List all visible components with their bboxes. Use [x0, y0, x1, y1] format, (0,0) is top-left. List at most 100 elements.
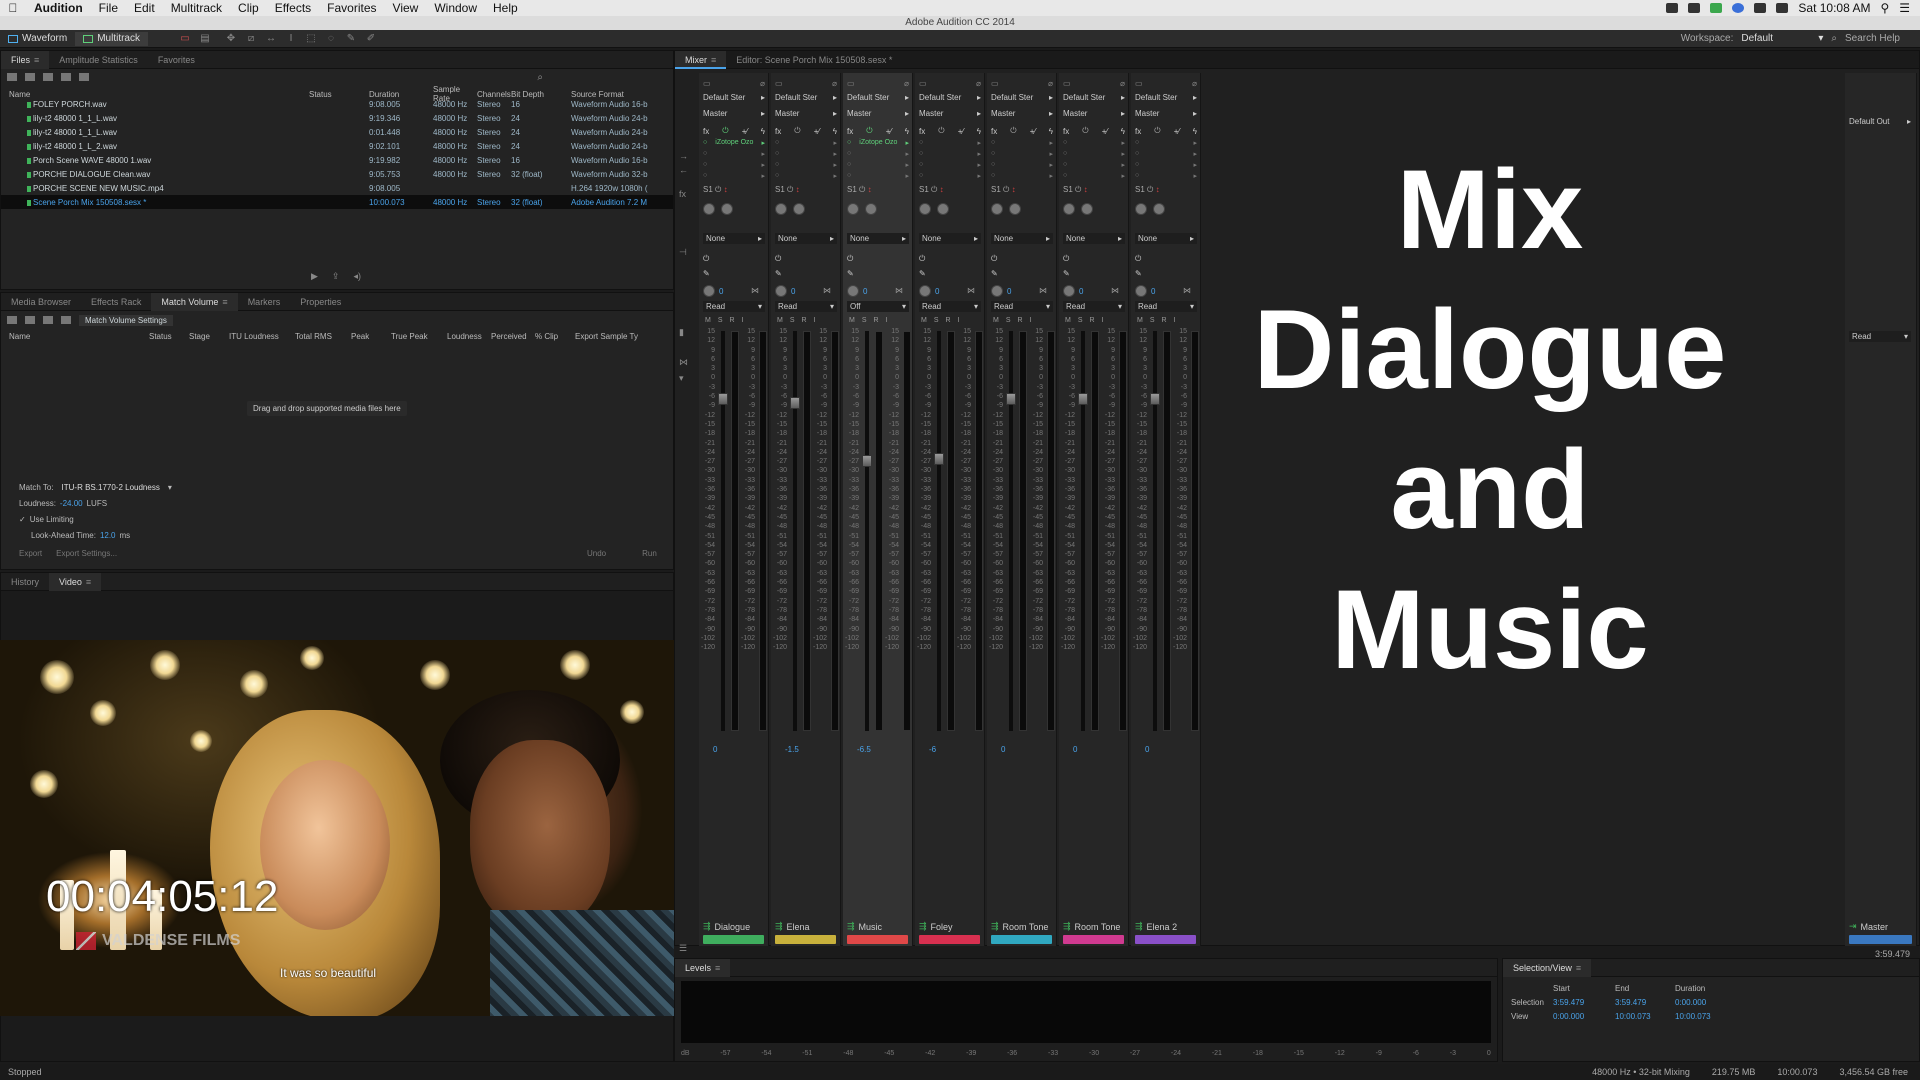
- eq-edit-icon[interactable]: ✎: [775, 269, 782, 278]
- eq-edit-icon[interactable]: ✎: [1135, 269, 1142, 278]
- slot-power-icon[interactable]: ○: [919, 161, 923, 172]
- pan-knob[interactable]: [775, 285, 787, 297]
- track-label[interactable]: ⇶ Elena 2: [1135, 921, 1177, 932]
- record-button[interactable]: R: [946, 317, 951, 324]
- fx-slot[interactable]: ○ ▸: [919, 139, 981, 150]
- fx-power-icon[interactable]: fx: [919, 127, 925, 136]
- pre-fader-icon[interactable]: +⁄: [742, 127, 748, 136]
- fx-slot[interactable]: ○ ▸: [1135, 172, 1197, 183]
- pan-knob[interactable]: [1135, 285, 1147, 297]
- eq-section-icon[interactable]: ▮: [679, 327, 684, 338]
- fx-power-icon[interactable]: fx: [847, 127, 853, 136]
- pitch-display-icon[interactable]: ▤: [198, 33, 212, 45]
- pan-knob[interactable]: [991, 285, 1003, 297]
- solo-button[interactable]: S: [862, 317, 867, 324]
- monitor-button[interactable]: I: [958, 317, 960, 324]
- analyze-icon[interactable]: [61, 316, 71, 324]
- monitor-button[interactable]: I: [1102, 317, 1104, 324]
- lightning-icon[interactable]: ϟ: [977, 127, 981, 136]
- mute-button[interactable]: M: [921, 317, 927, 324]
- tab-effects-rack[interactable]: Effects Rack: [81, 293, 151, 311]
- search-icon[interactable]: ⌕: [1831, 33, 1837, 44]
- send-volume-knob[interactable]: [703, 203, 715, 215]
- track-label[interactable]: ⇶ Room Tone: [1063, 921, 1120, 932]
- razor-tool-icon[interactable]: ⧄: [244, 33, 258, 45]
- volume-fader[interactable]: [862, 455, 872, 467]
- file-row[interactable]: Scene Porch Mix 150508.sesx * 10:00.073 48…: [1, 195, 673, 209]
- output-select[interactable]: Master ▸: [919, 107, 981, 119]
- output-select[interactable]: Master ▸: [1063, 107, 1125, 119]
- app-tray-icon[interactable]: [1710, 3, 1723, 13]
- multitrack-mode-button[interactable]: Multitrack: [75, 31, 148, 46]
- fx-slot[interactable]: ○ ▸: [1135, 139, 1197, 150]
- fx-slot[interactable]: ○ ▸: [775, 161, 837, 172]
- monitor-button[interactable]: I: [1174, 317, 1176, 324]
- fx-slot[interactable]: ○ ▸: [703, 150, 765, 161]
- automation-mode-select[interactable]: Read ▾: [1063, 301, 1125, 312]
- volume-value[interactable]: 0: [1073, 745, 1077, 754]
- volume-icon[interactable]: [1754, 3, 1767, 13]
- send-volume-knob[interactable]: [1135, 203, 1147, 215]
- output-select[interactable]: Master ▸: [847, 107, 909, 119]
- send-volume-knob[interactable]: [1063, 203, 1075, 215]
- globe-icon[interactable]: [1732, 3, 1745, 13]
- pan-knob[interactable]: [919, 285, 931, 297]
- file-row[interactable]: lily-t2 48000 1_1_L.wav 9:19.346 48000 Hz S…: [1, 111, 673, 125]
- menu-favorites[interactable]: Favorites: [319, 1, 384, 15]
- lightning-icon[interactable]: ϟ: [1121, 127, 1125, 136]
- fx-slot[interactable]: ○ ▸: [775, 139, 837, 150]
- pre-post-icon[interactable]: ↕: [796, 185, 800, 194]
- col-status[interactable]: Status: [149, 332, 189, 341]
- mute-button[interactable]: M: [1065, 317, 1071, 324]
- marquee-tool-icon[interactable]: ⬚: [304, 33, 318, 45]
- fx-power-icon[interactable]: fx: [703, 127, 709, 136]
- tab-amplitude-statistics[interactable]: Amplitude Statistics: [49, 51, 148, 69]
- send-destination-select[interactable]: None ▸: [1135, 233, 1197, 244]
- healing-tool-icon[interactable]: ✐: [364, 33, 378, 45]
- open-file-icon[interactable]: [7, 73, 17, 81]
- track-label[interactable]: ⇶ Elena: [775, 921, 810, 932]
- power-icon[interactable]: ⏻: [1073, 185, 1084, 194]
- send-pan-knob[interactable]: [721, 203, 733, 215]
- slot-power-icon[interactable]: ○: [991, 139, 995, 150]
- record-button[interactable]: R: [802, 317, 807, 324]
- output-select[interactable]: Master ▸: [703, 107, 765, 119]
- col-clip[interactable]: % Clip: [535, 332, 575, 341]
- tab-video[interactable]: Video ≡: [49, 573, 102, 591]
- slot-power-icon[interactable]: ○: [991, 150, 995, 161]
- mute-record-icon[interactable]: ▭: [919, 79, 927, 88]
- input-select[interactable]: Default Ster ▸: [847, 91, 909, 103]
- pre-fader-icon[interactable]: +⁄: [958, 127, 964, 136]
- pre-post-icon[interactable]: ↕: [940, 185, 944, 194]
- slot-power-icon[interactable]: ○: [703, 150, 707, 161]
- input-arrow-icon[interactable]: →: [679, 151, 688, 161]
- track-label[interactable]: ⇶ Music: [847, 921, 882, 932]
- solo-button[interactable]: S: [1150, 317, 1155, 324]
- col-stage[interactable]: Stage: [189, 332, 229, 341]
- solo-button[interactable]: S: [1006, 317, 1011, 324]
- fx-slot[interactable]: ○ ▸: [1135, 150, 1197, 161]
- automation-mode-select[interactable]: Read ▾: [1135, 301, 1197, 312]
- input-select[interactable]: Default Ster ▸: [991, 91, 1053, 103]
- slot-power-icon[interactable]: ○: [847, 172, 851, 183]
- mute-record-icon[interactable]: ▭: [775, 79, 783, 88]
- slot-power-icon[interactable]: ○: [919, 150, 923, 161]
- file-row[interactable]: PORCHE SCENE NEW MUSIC.mp4 9:08.005 H.264 …: [1, 181, 673, 195]
- menu-file[interactable]: File: [91, 1, 126, 15]
- pre-fader-icon[interactable]: +⁄: [814, 127, 820, 136]
- send-destination-select[interactable]: None ▸: [775, 233, 837, 244]
- duplicate-icon[interactable]: [43, 316, 53, 324]
- menu-clip[interactable]: Clip: [230, 1, 267, 15]
- file-row[interactable]: FOLEY PORCH.wav 9:08.005 48000 Hz Stereo 16 W…: [1, 97, 673, 111]
- volume-fader[interactable]: [790, 397, 800, 409]
- eq-edit-icon[interactable]: ✎: [703, 269, 710, 278]
- match-volume-settings-button[interactable]: Match Volume Settings: [79, 314, 173, 326]
- loudness-value[interactable]: -24.00: [60, 499, 83, 508]
- view-duration[interactable]: 10:00.073: [1675, 1012, 1745, 1021]
- automation-mode-select[interactable]: Read ▾: [991, 301, 1053, 312]
- mute-button[interactable]: M: [849, 317, 855, 324]
- fx-slot[interactable]: ○ ▸: [919, 172, 981, 183]
- send-volume-knob[interactable]: [775, 203, 787, 215]
- file-row[interactable]: lily-t2 48000 1_1_L.wav 0:01.448 48000 Hz S…: [1, 125, 673, 139]
- power-icon[interactable]: ⏻: [866, 126, 872, 136]
